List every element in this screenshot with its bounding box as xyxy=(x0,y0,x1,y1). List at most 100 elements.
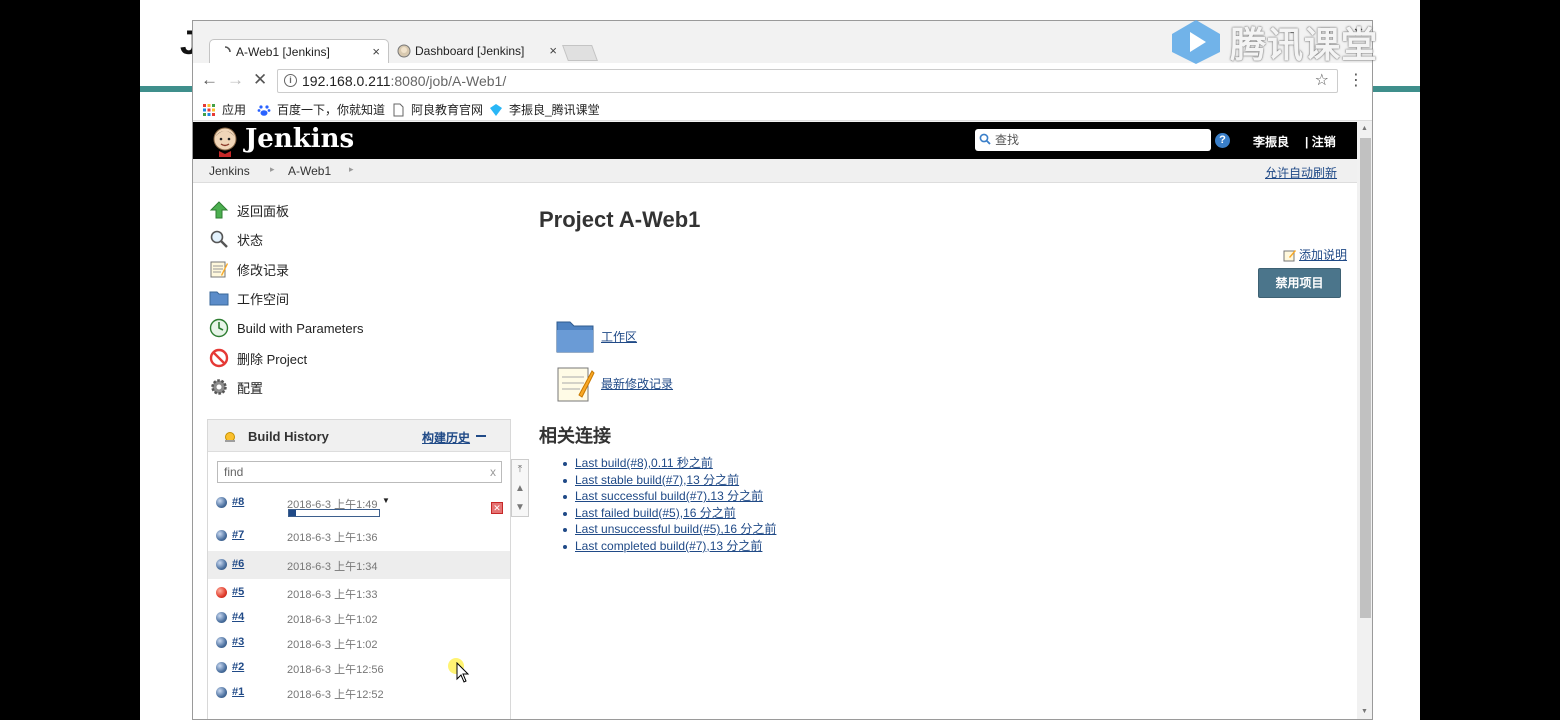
enable-auto-refresh-link[interactable]: 允许自动刷新 xyxy=(1265,164,1337,181)
clock-icon xyxy=(209,318,229,338)
stop-loading-icon[interactable]: ✕ xyxy=(253,70,267,90)
tab-a-web1[interactable]: A-Web1 [Jenkins] × xyxy=(209,39,389,63)
apps-grid-icon xyxy=(203,103,215,116)
tab-title: Dashboard [Jenkins] xyxy=(415,44,525,58)
bookmark-baidu[interactable]: 百度一下，你就知道 xyxy=(257,101,385,118)
page-top-icon[interactable]: ⤒ xyxy=(512,460,528,479)
logout-link[interactable]: | 注销 xyxy=(1305,133,1336,150)
build-progress-bar[interactable] xyxy=(288,509,380,517)
sidebar-item-status[interactable]: 状态 xyxy=(209,229,263,249)
breadcrumb-jenkins[interactable]: Jenkins xyxy=(209,164,250,178)
help-icon[interactable]: ? xyxy=(1215,133,1230,148)
related-link-text[interactable]: Last failed build(#5),16 分之前 xyxy=(575,506,736,520)
bookmark-tencent-class[interactable]: 李振良_腾讯课堂 xyxy=(489,101,600,118)
build-date[interactable]: 2018-6-3 上午1:34 xyxy=(287,558,378,574)
build-history-search-input[interactable]: find x xyxy=(217,461,502,483)
status-red-ball-icon xyxy=(216,587,227,598)
bookmark-label: 应用 xyxy=(222,103,247,117)
site-info-icon[interactable]: i xyxy=(284,74,297,87)
sidebar-item-delete-project[interactable]: 删除 Project xyxy=(209,348,307,368)
page-title: Project A-Web1 xyxy=(539,207,701,232)
build-row[interactable]: #7 2018-6-3 上午1:36 xyxy=(208,522,510,550)
clear-search-icon[interactable]: x xyxy=(490,462,496,482)
jenkins-search-input[interactable]: 查找 xyxy=(975,129,1211,151)
sidebar-item-build-with-parameters[interactable]: Build with Parameters xyxy=(209,318,363,338)
bookmark-apps[interactable]: 应用 xyxy=(202,101,246,118)
related-link-item[interactable]: Last stable build(#7),13 分之前 xyxy=(563,472,776,489)
build-trend-link[interactable]: 构建历史 xyxy=(422,429,470,446)
chevron-down-icon[interactable]: ▼ xyxy=(382,496,390,505)
workspace-link[interactable]: 工作区 xyxy=(555,318,637,354)
jenkins-title[interactable]: Jenkins xyxy=(245,124,354,154)
related-link-text[interactable]: Last stable build(#7),13 分之前 xyxy=(575,473,739,487)
build-date[interactable]: 2018-6-3 上午1:02 xyxy=(287,611,378,627)
status-blue-ball-icon xyxy=(216,637,227,648)
forward-arrow-icon[interactable]: → xyxy=(227,70,244,90)
related-link-item[interactable]: Last unsuccessful build(#5),16 分之前 xyxy=(563,521,776,538)
build-number-link[interactable]: #7 xyxy=(232,529,244,541)
sidebar-item-back-to-dashboard[interactable]: 返回面板 xyxy=(209,200,289,220)
baidu-paw-icon xyxy=(257,104,271,116)
build-date[interactable]: 2018-6-3 上午12:56 xyxy=(287,661,384,677)
build-date[interactable]: 2018-6-3 上午12:52 xyxy=(287,686,384,702)
sidebar-item-workspace[interactable]: 工作空间 xyxy=(209,288,289,308)
related-link-item[interactable]: Last successful build(#7),13 分之前 xyxy=(563,488,776,505)
tab-close-icon[interactable]: × xyxy=(372,40,380,64)
build-row[interactable]: #5 2018-6-3 上午1:33 xyxy=(208,579,510,607)
search-icon xyxy=(979,133,991,145)
tab-dashboard[interactable]: Dashboard [Jenkins] × xyxy=(389,39,565,63)
breadcrumb-separator-icon[interactable]: ▸ xyxy=(270,164,275,175)
vertical-scrollbar[interactable]: ▲ ▼ xyxy=(1357,122,1372,719)
scroll-down-icon[interactable]: ▼ xyxy=(1361,708,1368,715)
stop-build-icon[interactable]: ✕ xyxy=(491,502,503,514)
collapse-icon[interactable] xyxy=(476,435,486,437)
related-link-text[interactable]: Last completed build(#7),13 分之前 xyxy=(575,539,762,553)
related-link-text[interactable]: Last successful build(#7),13 分之前 xyxy=(575,489,763,503)
breadcrumb-separator-icon[interactable]: ▸ xyxy=(349,164,354,175)
related-link-item[interactable]: Last failed build(#5),16 分之前 xyxy=(563,505,776,522)
build-row[interactable]: #6 2018-6-3 上午1:34 xyxy=(208,551,510,579)
bookmarks-bar: 应用 百度一下，你就知道 阿良教育官网 李振良_腾讯课堂 xyxy=(193,97,1372,121)
breadcrumb-a-web1[interactable]: A-Web1 xyxy=(288,164,331,178)
user-name-link[interactable]: 李振良 xyxy=(1253,133,1289,150)
build-row[interactable]: #4 2018-6-3 上午1:02 xyxy=(208,604,510,632)
mouse-cursor-icon xyxy=(456,662,470,683)
build-number-link[interactable]: #4 xyxy=(232,611,244,623)
add-description-link[interactable]: 添加说明 xyxy=(1283,246,1347,263)
page-down-icon[interactable]: ▼ xyxy=(512,498,528,517)
tab-close-icon[interactable]: × xyxy=(549,39,557,63)
build-number-link[interactable]: #2 xyxy=(232,661,244,673)
build-history-pager: ⤒ ▲ ▼ xyxy=(511,459,529,517)
sidebar-item-changes[interactable]: 修改记录 xyxy=(209,259,289,279)
build-number-link[interactable]: #8 xyxy=(232,496,244,508)
bookmark-aliang[interactable]: 阿良教育官网 xyxy=(391,101,483,118)
jenkins-page: Jenkins 查找 ? 李振良 | 注销 Jenkins ▸ A-Web1 ▸… xyxy=(193,122,1357,719)
build-date[interactable]: 2018-6-3 上午1:36 xyxy=(287,529,378,545)
scroll-up-icon[interactable]: ▲ xyxy=(1361,125,1368,132)
address-bar[interactable]: i 192.168.0.211:8080/job/A-Web1/ ☆ xyxy=(277,69,1338,93)
related-link-text[interactable]: Last unsuccessful build(#5),16 分之前 xyxy=(575,522,776,536)
browser-toolbar: ← → ✕ i 192.168.0.211:8080/job/A-Web1/ ☆… xyxy=(193,63,1372,97)
build-number-link[interactable]: #6 xyxy=(232,558,244,570)
build-number-link[interactable]: #1 xyxy=(232,686,244,698)
build-row[interactable]: #8 2018-6-3 上午1:49 ▼ ✕ xyxy=(208,489,510,517)
bookmark-star-icon[interactable]: ☆ xyxy=(1315,70,1329,92)
sidebar-item-configure[interactable]: 配置 xyxy=(209,377,263,397)
related-link-item[interactable]: Last completed build(#7),13 分之前 xyxy=(563,538,776,555)
build-date[interactable]: 2018-6-3 上午1:02 xyxy=(287,636,378,652)
recent-changes-link[interactable]: 最新修改记录 xyxy=(555,363,673,403)
build-number-link[interactable]: #3 xyxy=(232,636,244,648)
browser-menu-icon[interactable]: ⋮ xyxy=(1348,70,1364,90)
back-arrow-icon[interactable]: ← xyxy=(201,70,218,90)
new-tab-button[interactable] xyxy=(562,45,598,61)
build-date[interactable]: 2018-6-3 上午1:33 xyxy=(287,586,378,602)
related-link-text[interactable]: Last build(#8),0.11 秒之前 xyxy=(575,456,713,470)
page-up-icon[interactable]: ▲ xyxy=(512,479,528,498)
scrollbar-thumb[interactable] xyxy=(1360,138,1371,618)
build-number-link[interactable]: #5 xyxy=(232,586,244,598)
magnifier-icon xyxy=(210,230,228,248)
recent-changes-link-label: 最新修改记录 xyxy=(601,376,674,391)
related-link-item[interactable]: Last build(#8),0.11 秒之前 xyxy=(563,455,776,472)
disable-project-button[interactable]: 禁用项目 xyxy=(1258,268,1341,298)
build-row[interactable]: #3 2018-6-3 上午1:02 xyxy=(208,629,510,657)
